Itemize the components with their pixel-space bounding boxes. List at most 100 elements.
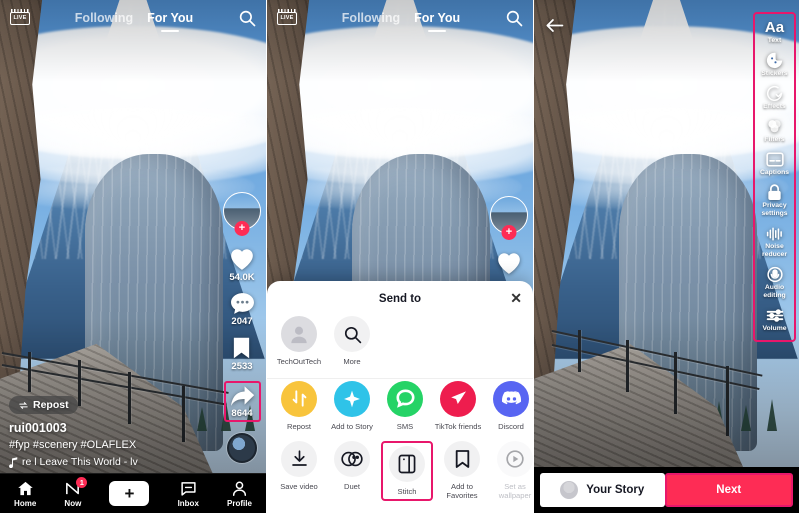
nav-inbox[interactable]: Inbox [178, 480, 199, 508]
close-icon[interactable]: ✕ [510, 291, 522, 305]
tool-label: Filters [764, 136, 785, 144]
tool-privacy-settings[interactable]: Privacy settings [754, 184, 796, 218]
panel-share-sheet: LIVE Following For You + Send to ✕ TechO… [266, 0, 533, 513]
tool-captions[interactable]: Captions [754, 151, 796, 177]
tool-label: Audio editing [763, 284, 786, 300]
music-info[interactable]: re l Leave This World - lv [9, 456, 202, 468]
action-label: Duet [343, 481, 361, 491]
sliders-icon [766, 307, 784, 324]
live-button[interactable]: LIVE [9, 9, 31, 27]
share-app-label: Repost [286, 421, 312, 431]
nav-inbox-label: Inbox [177, 498, 199, 508]
next-button[interactable]: Next [664, 473, 793, 507]
caption-hashtags[interactable]: #fyp #scenery #OLAFLEX [9, 439, 202, 451]
nav-profile[interactable]: Profile [227, 480, 252, 508]
your-story-button[interactable]: Your Story [540, 473, 665, 507]
contact-cell[interactable]: TechOutTech [275, 316, 323, 366]
tab-for-you[interactable]: For You [414, 11, 460, 25]
share-button[interactable]: 8644 [223, 381, 261, 422]
tool-label: Captions [759, 169, 790, 177]
feed-topbar: LIVE Following For You [267, 0, 533, 36]
tool-stickers[interactable]: Stickers [754, 52, 796, 78]
nav-now-label: Now [64, 498, 82, 508]
tool-label: Volume [762, 325, 787, 333]
tab-for-you[interactable]: For You [147, 11, 193, 25]
tool-filters[interactable]: Filters [754, 118, 796, 144]
next-label: Next [716, 484, 742, 496]
author-username[interactable]: rui001003 [9, 421, 202, 435]
comment-icon [230, 292, 255, 315]
share-sheet-title: Send to [378, 293, 422, 306]
share-app-label: TikTok friends [434, 421, 482, 431]
sticker-face-icon [766, 52, 783, 69]
tool-label: Privacy settings [761, 202, 788, 218]
tool-noise-reducer[interactable]: Noise reducer [754, 225, 796, 259]
feed-tabs: Following For You [31, 11, 237, 25]
feed-tabs: Following For You [298, 11, 504, 25]
bookmark-button[interactable]: 2533 [231, 336, 253, 372]
search-icon[interactable] [237, 8, 257, 28]
like-button[interactable] [496, 251, 522, 275]
nav-create[interactable]: + [105, 481, 154, 506]
live-label: LIVE [13, 15, 27, 21]
follow-button[interactable]: + [234, 221, 250, 236]
comment-button[interactable]: 2047 [230, 292, 255, 327]
tool-label: Effects [763, 103, 786, 111]
share-app-label: SMS [396, 421, 414, 431]
tool-volume[interactable]: Volume [754, 307, 796, 333]
action-stitch[interactable]: Stitch [381, 440, 433, 501]
author-avatar[interactable]: + [223, 192, 261, 238]
stitch-icon [389, 445, 425, 482]
share-contacts-row: TechOutTech More [267, 314, 533, 379]
lock-icon [767, 184, 782, 201]
share-sheet: Send to ✕ TechOutTech More Repost Add to… [267, 281, 533, 513]
share-sheet-header: Send to ✕ [267, 290, 533, 314]
editor-tool-rail: Aa Text Stickers Effects Filters Caption… [753, 12, 796, 343]
waveform-icon [766, 225, 784, 242]
back-arrow-icon[interactable] [545, 17, 564, 34]
follow-button[interactable]: + [501, 225, 517, 240]
author-avatar[interactable]: + [490, 196, 528, 242]
tab-following[interactable]: Following [342, 11, 400, 25]
action-label: Stitch [397, 486, 417, 496]
message-bubble-icon [387, 380, 423, 417]
live-button[interactable]: LIVE [276, 9, 298, 27]
share-app-add-to-story[interactable]: Add to Story [328, 380, 376, 431]
your-story-label: Your Story [586, 484, 645, 496]
share-app-label: Discord [498, 421, 524, 431]
bookmark-icon [231, 336, 252, 360]
tool-label: Stickers [761, 70, 788, 78]
music-disc-icon[interactable] [227, 433, 257, 463]
repost-pill[interactable]: Repost [9, 396, 78, 414]
share-app-discord[interactable]: Discord [487, 380, 533, 431]
create-button[interactable]: + [105, 481, 154, 506]
action-set-as-wallpaper[interactable]: Set as wallpaper [491, 440, 533, 501]
action-label: Set as wallpaper [498, 481, 532, 500]
share-app-repost[interactable]: Repost [275, 380, 323, 431]
plus-icon: + [124, 484, 135, 503]
comment-count: 2047 [231, 316, 253, 327]
bottom-nav: Home 1 Now + Inbox Profile [0, 473, 266, 513]
share-count: 8644 [231, 408, 253, 419]
nav-home[interactable]: Home [14, 480, 36, 508]
tool-text[interactable]: Aa Text [754, 19, 796, 45]
duet-icon [334, 440, 370, 477]
tool-effects[interactable]: Effects [754, 85, 796, 111]
share-app-tiktok-friends[interactable]: TikTok friends [434, 380, 482, 431]
search-icon[interactable] [504, 8, 524, 28]
more-label: More [343, 357, 361, 367]
tool-audio-editing[interactable]: Audio editing [754, 266, 796, 300]
bookmark-count: 2533 [231, 361, 253, 372]
feed-action-rail: + 54.0K 2047 2533 8644 [223, 192, 261, 463]
more-contacts-cell[interactable]: More [328, 316, 376, 366]
like-button[interactable]: 54.0K [229, 247, 255, 283]
action-duet[interactable]: Duet [328, 440, 376, 501]
share-app-sms[interactable]: SMS [381, 380, 429, 431]
nav-now[interactable]: 1 Now [64, 476, 88, 508]
action-save-video[interactable]: Save video [275, 440, 323, 501]
heart-icon [496, 251, 522, 275]
tab-following[interactable]: Following [75, 11, 133, 25]
nav-profile-label: Profile [227, 498, 252, 508]
action-add-to-favorites[interactable]: Add to Favorites [438, 440, 486, 501]
search-icon [334, 316, 370, 353]
